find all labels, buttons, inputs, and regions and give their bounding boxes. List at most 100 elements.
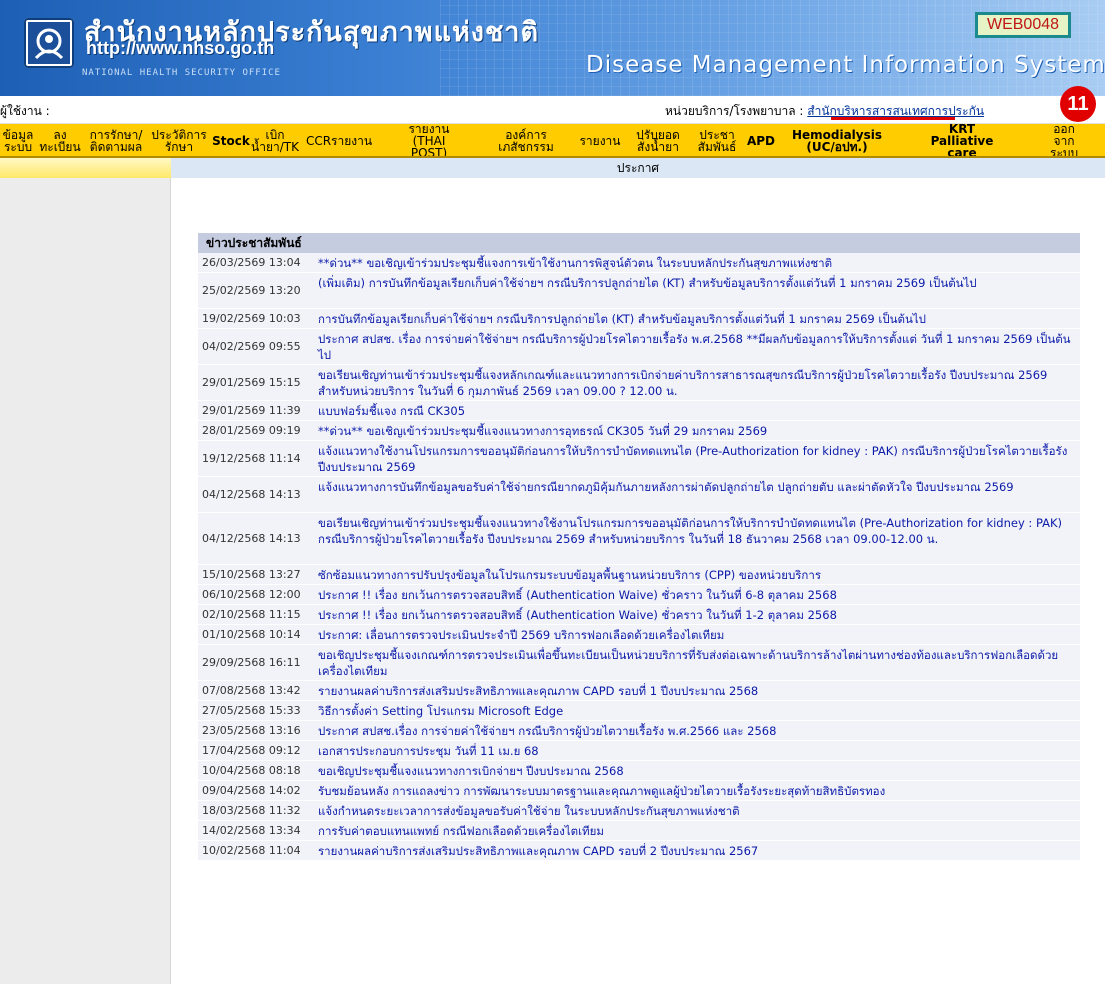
news-link[interactable]: การรับค่าตอบแทนแพทย์ กรณีฟอกเลือดด้วยเคร… xyxy=(318,824,604,838)
news-link[interactable]: รายงานผลค่าบริการส่งเสริมประสิทธิภาพและค… xyxy=(318,844,758,858)
news-link[interactable]: รับชมย้อนหลัง การแถลงข่าว การพัฒนาระบบมา… xyxy=(318,784,885,798)
news-date: 19/02/2569 10:03 xyxy=(202,312,301,325)
news-row: 18/03/2568 11:32 แจ้งกำหนดระยะเวลาการส่งข… xyxy=(198,801,1080,821)
news-link[interactable]: วิธีการตั้งค่า Setting โปรแกรม Microsoft… xyxy=(318,704,563,718)
news-row: 29/01/2569 15:15 ขอเรียนเชิญท่านเข้าร่วมป… xyxy=(198,365,1080,401)
news-row: 29/01/2569 11:39 แบบฟอร์มชี้แจง กรณี CK30… xyxy=(198,401,1080,421)
news-date: 02/10/2568 11:15 xyxy=(202,608,301,621)
news-date: 14/02/2568 13:34 xyxy=(202,824,301,837)
news-row: 07/08/2568 13:42 รายงานผลค่าบริการส่งเสริ… xyxy=(198,681,1080,701)
news-date: 07/08/2568 13:42 xyxy=(202,684,301,697)
news-list: 26/03/2569 13:04 **ด่วน** ขอเชิญเข้าร่วมป… xyxy=(198,253,1080,861)
news-link[interactable]: ขอเชิญประชุมชี้แจงเกณฑ์การตรวจประเมินเพื… xyxy=(318,648,1058,678)
org-url: http://www.nhso.go.th xyxy=(86,38,275,58)
news-row: 04/12/2568 14:13 ขอเรียนเชิญท่านเข้าร่วมป… xyxy=(198,513,1080,565)
news-date: 27/05/2568 15:33 xyxy=(202,704,301,717)
left-sidebar xyxy=(0,178,171,984)
news-row: 09/04/2568 14:02 รับชมย้อนหลัง การแถลงข่า… xyxy=(198,781,1080,801)
news-row: 28/01/2569 09:19 **ด่วน** ขอเชิญเข้าร่วมป… xyxy=(198,421,1080,441)
menu-report[interactable]: รายงาน xyxy=(574,124,626,156)
news-date: 09/04/2568 14:02 xyxy=(202,784,301,797)
news-date: 01/10/2568 10:14 xyxy=(202,628,301,641)
news-date: 29/01/2569 11:39 xyxy=(202,404,301,417)
news-row: 19/02/2569 10:03 การบันทึกข้อมูลเรียกเก็บ… xyxy=(198,309,1080,329)
menu-treatment-history[interactable]: ประวัติการ รักษา xyxy=(148,124,210,156)
news-date: 23/05/2568 13:16 xyxy=(202,724,301,737)
menu-report-thaipost[interactable]: รายงาน (THAI POST) xyxy=(380,124,478,156)
news-date: 10/02/2568 11:04 xyxy=(202,844,301,857)
notice-header: ประกาศ xyxy=(171,158,1105,178)
news-row: 02/10/2568 11:15 ประกาศ !! เรื่อง ยกเว้นก… xyxy=(198,605,1080,625)
news-link[interactable]: (เพิ่มเติม) การบันทึกข้อมูลเรียกเก็บค่าใ… xyxy=(318,276,977,290)
menu-gpo[interactable]: องค์การ เภสัชกรรม xyxy=(478,124,574,156)
news-date: 28/01/2569 09:19 xyxy=(202,424,301,437)
news-link[interactable]: ขอเรียนเชิญท่านเข้าร่วมประชุมชี้แจงแนวทา… xyxy=(318,516,1062,546)
news-link[interactable]: ประกาศ !! เรื่อง ยกเว้นการตรวจสอบสิทธิ์ … xyxy=(318,608,837,622)
nhso-logo xyxy=(24,18,74,68)
menu-ccr-report[interactable]: CCRรายงาน xyxy=(298,124,380,156)
left-strip-header xyxy=(0,158,171,178)
unit-highlight-underline xyxy=(831,117,955,120)
menu-apd[interactable]: APD xyxy=(744,124,778,156)
menu-withdraw[interactable]: เบิก น้ำยา/TK xyxy=(251,124,299,156)
news-link[interactable]: ประกาศ สปสช. เรื่อง การจ่ายค่าใช้จ่ายฯ ก… xyxy=(318,332,1071,362)
menu-treatment[interactable]: การรักษา/ติดตามผล xyxy=(84,124,148,156)
news-section-title: ข่าวประชาสัมพันธ์ xyxy=(198,233,1080,253)
news-link[interactable]: ประกาศ: เลื่อนการตรวจประเมินประจำปี 2569… xyxy=(318,628,724,642)
news-row: 17/04/2568 09:12 เอกสารประกอบการประชุม วั… xyxy=(198,741,1080,761)
news-link[interactable]: การบันทึกข้อมูลเรียกเก็บค่าใช้จ่ายฯ กรณี… xyxy=(318,312,926,326)
main-menu: ข้อมูล ระบบ ลง ทะเบียน การรักษา/ติดตามผล ป… xyxy=(0,124,1105,158)
news-date: 04/12/2568 14:13 xyxy=(202,488,301,501)
news-link[interactable]: รายงานผลค่าบริการส่งเสริมประสิทธิภาพและค… xyxy=(318,684,758,698)
page-code-badge: WEB0048 xyxy=(975,12,1071,38)
news-row: 26/03/2569 13:04 **ด่วน** ขอเชิญเข้าร่วมป… xyxy=(198,253,1080,273)
news-link[interactable]: ขอเชิญประชุมชี้แจงแนวทางการเบิกจ่ายฯ ปีง… xyxy=(318,764,624,778)
unit-label: หน่วยบริการ/โรงพยาบาล : xyxy=(665,104,804,118)
news-date: 18/03/2568 11:32 xyxy=(202,804,301,817)
news-row: 01/10/2568 10:14 ประกาศ: เลื่อนการตรวจประ… xyxy=(198,625,1080,645)
news-date: 19/12/2568 11:14 xyxy=(202,452,301,465)
menu-system-data[interactable]: ข้อมูล ระบบ xyxy=(0,124,36,156)
unit-name-link[interactable]: สำนักบริหารสารสนเทศการประกัน xyxy=(807,104,984,118)
news-link[interactable]: แบบฟอร์มชี้แจง กรณี CK305 xyxy=(318,404,465,418)
news-link[interactable]: ประกาศ สปสช.เรื่อง การจ่ายค่าใช้จ่ายฯ กร… xyxy=(318,724,776,738)
news-row: 25/02/2569 13:20 (เพิ่มเติม) การบันทึกข้อ… xyxy=(198,273,1080,309)
news-date: 10/04/2568 08:18 xyxy=(202,764,301,777)
news-row: 23/05/2568 13:16 ประกาศ สปสช.เรื่อง การจ่… xyxy=(198,721,1080,741)
news-row: 14/02/2568 13:34 การรับค่าตอบแทนแพทย์ กรณ… xyxy=(198,821,1080,841)
menu-adjust-order[interactable]: ปรับยอด สั่งน้ำยา xyxy=(626,124,690,156)
news-row: 29/09/2568 16:11 ขอเชิญประชุมชี้แจงเกณฑ์ก… xyxy=(198,645,1080,681)
news-row: 27/05/2568 15:33 วิธีการตั้งค่า Setting โ… xyxy=(198,701,1080,721)
news-date: 17/04/2568 09:12 xyxy=(202,744,301,757)
news-date: 04/12/2568 14:13 xyxy=(202,532,301,545)
menu-stock[interactable]: Stock xyxy=(210,124,252,156)
news-link[interactable]: แจ้งแนวทางใช้งานโปรแกรมการขออนุมัติก่อนก… xyxy=(318,444,1067,474)
news-link[interactable]: ซักซ้อมแนวทางการปรับปรุงข้อมูลในโปรแกรมร… xyxy=(318,568,821,582)
news-date: 15/10/2568 13:27 xyxy=(202,568,301,581)
annotation-badge: 11 xyxy=(1060,86,1096,122)
system-title: Disease Management Information System xyxy=(586,52,1105,78)
news-row: 19/12/2568 11:14 แจ้งแนวทางใช้งานโปรแกรมก… xyxy=(198,441,1080,477)
menu-logout[interactable]: ออก จาก ระบบ xyxy=(1028,124,1105,156)
news-link[interactable]: แจ้งแนวทางการบันทึกข้อมูลขอรับค่าใช้จ่าย… xyxy=(318,480,1014,494)
news-row: 06/10/2568 12:00 ประกาศ !! เรื่อง ยกเว้นก… xyxy=(198,585,1080,605)
news-row: 10/02/2568 11:04 รายงานผลค่าบริการส่งเสริ… xyxy=(198,841,1080,861)
org-name-english: NATIONAL HEALTH SECURITY OFFICE xyxy=(82,68,281,78)
header-banner: สำนักงานหลักประกันสุขภาพแห่งชาติ http://… xyxy=(0,0,1105,96)
news-row: 10/04/2568 08:18 ขอเชิญประชุมชี้แจงแนวทาง… xyxy=(198,761,1080,781)
news-link[interactable]: ประกาศ !! เรื่อง ยกเว้นการตรวจสอบสิทธิ์ … xyxy=(318,588,837,602)
news-link[interactable]: **ด่วน** ขอเชิญเข้าร่วมประชุมชี้แจงการเข… xyxy=(318,256,832,270)
menu-krt-palliative[interactable]: KRT Palliative care xyxy=(896,124,1028,156)
news-link[interactable]: เอกสารประกอบการประชุม วันที่ 11 เม.ย 68 xyxy=(318,744,539,758)
menu-hemodialysis[interactable]: Hemodialysis (UC/อปท.) xyxy=(778,124,896,156)
menu-registration[interactable]: ลง ทะเบียน xyxy=(36,124,84,156)
news-link[interactable]: **ด่วน** ขอเชิญเข้าร่วมประชุมชี้แจงแนวทา… xyxy=(318,424,767,438)
news-row: 04/12/2568 14:13 แจ้งแนวทางการบันทึกข้อมู… xyxy=(198,477,1080,513)
news-date: 29/01/2569 15:15 xyxy=(202,376,301,389)
menu-public-relations[interactable]: ประชา สัมพันธ์ xyxy=(690,124,744,156)
news-link[interactable]: ขอเรียนเชิญท่านเข้าร่วมประชุมชี้แจงหลักเ… xyxy=(318,368,1047,398)
news-row: 15/10/2568 13:27 ซักซ้อมแนวทางการปรับปรุง… xyxy=(198,565,1080,585)
news-date: 25/02/2569 13:20 xyxy=(202,284,301,297)
news-link[interactable]: แจ้งกำหนดระยะเวลาการส่งข้อมูลขอรับค่าใช้… xyxy=(318,804,740,818)
news-date: 04/02/2569 09:55 xyxy=(202,340,301,353)
